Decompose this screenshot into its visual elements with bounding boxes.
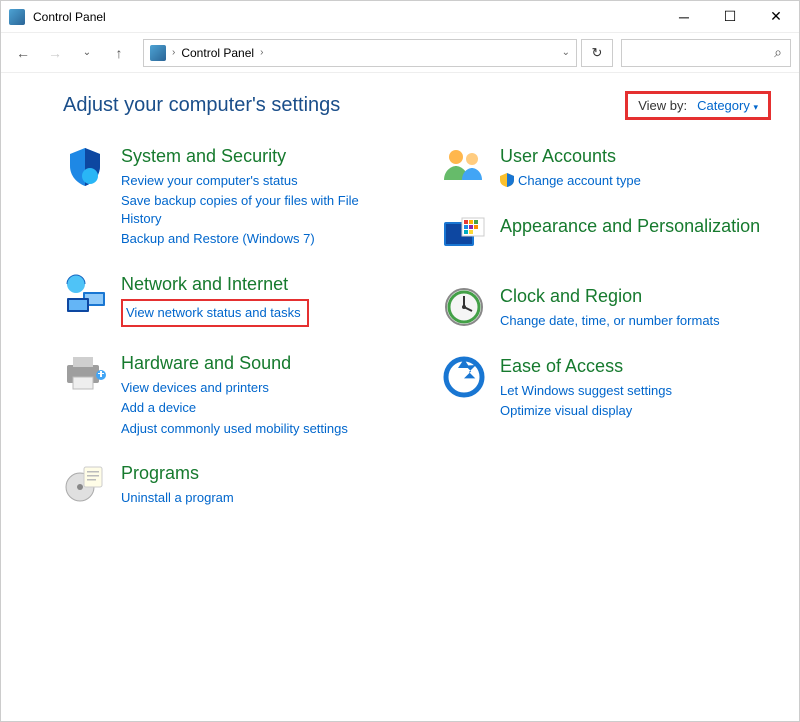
link-date-time-formats[interactable]: Change date, time, or number formats [500, 312, 771, 330]
link-file-history[interactable]: Save backup copies of your files with Fi… [121, 192, 392, 227]
search-input[interactable]: ⌕ [621, 39, 791, 67]
viewby-label: View by: [638, 98, 687, 113]
category-title[interactable]: Network and Internet [121, 274, 392, 296]
minimize-button[interactable]: ─ [661, 1, 707, 33]
category-system-security: System and Security Review your computer… [63, 146, 392, 248]
category-title[interactable]: Clock and Region [500, 286, 771, 308]
chevron-right-icon: › [172, 47, 175, 58]
category-title[interactable]: Programs [121, 463, 392, 485]
up-button[interactable]: ↑ [105, 39, 133, 67]
category-network: Network and Internet View network status… [63, 274, 392, 327]
chevron-down-icon[interactable]: ⌄ [562, 47, 570, 58]
refresh-button[interactable]: ↻ [581, 39, 613, 67]
category-title[interactable]: User Accounts [500, 146, 771, 168]
link-mobility-settings[interactable]: Adjust commonly used mobility settings [121, 420, 392, 438]
link-optimize-display[interactable]: Optimize visual display [500, 402, 771, 420]
control-panel-icon [9, 9, 25, 25]
viewby-value[interactable]: Category ▾ [697, 98, 758, 113]
window-title: Control Panel [33, 10, 661, 24]
users-icon [442, 146, 486, 190]
category-user-accounts: User Accounts Change account type [442, 146, 771, 190]
close-button[interactable]: ✕ [753, 1, 799, 33]
category-title[interactable]: System and Security [121, 146, 392, 168]
breadcrumb-icon [150, 45, 166, 61]
recent-locations-button[interactable]: ⌄ [73, 39, 101, 67]
link-uninstall-program[interactable]: Uninstall a program [121, 489, 392, 507]
category-appearance: Appearance and Personalization [442, 216, 771, 260]
appearance-icon [442, 216, 486, 260]
addressbar: ← → ⌄ ↑ › Control Panel › ⌄ ↻ ⌕ [1, 33, 799, 73]
link-add-device[interactable]: Add a device [121, 399, 392, 417]
back-button[interactable]: ← [9, 39, 37, 67]
maximize-button[interactable]: ☐ [707, 1, 753, 33]
category-ease-of-access: Ease of Access Let Windows suggest setti… [442, 356, 771, 420]
ease-of-access-icon [442, 356, 486, 400]
printer-icon [63, 353, 107, 397]
network-icon [63, 274, 107, 318]
link-network-status[interactable]: View network status and tasks [121, 299, 309, 327]
programs-icon [63, 463, 107, 507]
link-backup-restore[interactable]: Backup and Restore (Windows 7) [121, 230, 392, 248]
content-area: Adjust your computer's settings View by:… [1, 73, 799, 721]
breadcrumb[interactable]: › Control Panel › ⌄ [143, 39, 577, 67]
link-change-account-type[interactable]: Change account type [518, 172, 641, 190]
search-icon: ⌕ [774, 44, 782, 61]
category-title[interactable]: Ease of Access [500, 356, 771, 378]
category-title[interactable]: Appearance and Personalization [500, 216, 771, 238]
category-programs: Programs Uninstall a program [63, 463, 392, 507]
clock-icon [442, 286, 486, 330]
link-windows-suggest[interactable]: Let Windows suggest settings [500, 382, 771, 400]
category-hardware: Hardware and Sound View devices and prin… [63, 353, 392, 437]
link-review-status[interactable]: Review your computer's status [121, 172, 392, 190]
uac-shield-icon [500, 173, 514, 187]
category-title[interactable]: Hardware and Sound [121, 353, 392, 375]
chevron-right-icon: › [260, 47, 263, 58]
viewby-selector[interactable]: View by: Category ▾ [625, 91, 771, 120]
shield-icon [63, 146, 107, 190]
forward-button[interactable]: → [41, 39, 69, 67]
category-clock: Clock and Region Change date, time, or n… [442, 286, 771, 330]
breadcrumb-root[interactable]: Control Panel [181, 46, 254, 60]
link-devices-printers[interactable]: View devices and printers [121, 379, 392, 397]
page-title: Adjust your computer's settings [63, 94, 340, 117]
titlebar: Control Panel ─ ☐ ✕ [1, 1, 799, 33]
